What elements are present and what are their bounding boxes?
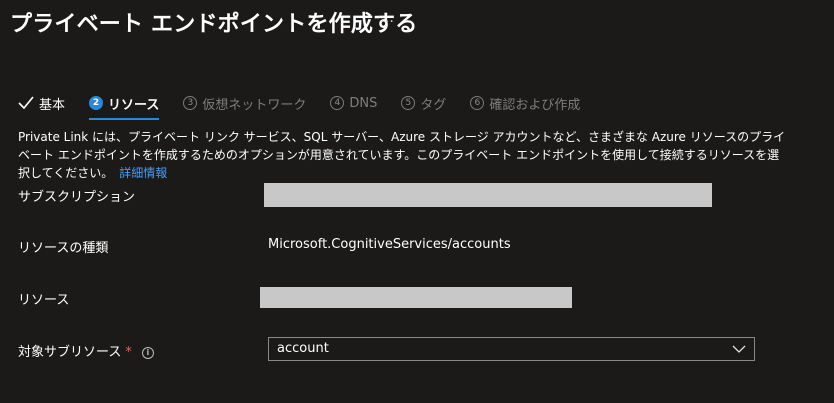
resource-type-label: リソースの種類: [18, 241, 109, 256]
tab-label: 基本: [39, 97, 66, 113]
subscription-value-redacted: [264, 183, 712, 207]
resource-label: リソース: [18, 293, 70, 308]
learn-more-link[interactable]: 詳細情報: [119, 166, 167, 180]
target-subresource-label: 対象サブリソース * i: [18, 341, 154, 360]
select-value: account: [277, 341, 329, 356]
check-icon: [18, 96, 34, 110]
wizard-tabs: 基本 2 リソース 3 仮想ネットワーク 4 DNS 5 タグ 6 確認および作…: [18, 90, 580, 120]
step-number-badge: 2: [89, 96, 104, 110]
tab-dns[interactable]: 4 DNS: [330, 90, 377, 116]
tab-review-create[interactable]: 6 確認および作成: [470, 90, 580, 116]
more-options-icon[interactable]: …: [380, 10, 394, 26]
required-indicator: *: [125, 345, 132, 360]
chevron-down-icon: [732, 345, 746, 353]
tab-basics[interactable]: 基本: [18, 90, 65, 116]
resource-value-redacted: [260, 287, 572, 308]
subscription-label: サブスクリプション: [18, 190, 136, 205]
tab-tags[interactable]: 5 タグ: [401, 90, 446, 116]
step-number-badge: 3: [183, 96, 198, 110]
tab-label: 仮想ネットワーク: [202, 97, 307, 113]
info-icon[interactable]: i: [141, 346, 154, 359]
tab-label: 確認および作成: [489, 97, 581, 113]
step-number-badge: 4: [330, 96, 345, 110]
tab-label: タグ: [420, 97, 447, 113]
description-text: Private Link には、プライベート リンク サービス、SQL サーバー…: [18, 128, 788, 182]
target-subresource-label-text: 対象サブリソース: [18, 345, 122, 360]
tab-resource[interactable]: 2 リソース: [89, 90, 160, 120]
tab-label: DNS: [349, 95, 378, 111]
target-subresource-select[interactable]: account: [268, 337, 755, 361]
resource-type-value: Microsoft.CognitiveServices/accounts: [268, 237, 511, 252]
step-number-badge: 6: [470, 96, 485, 110]
tab-label: リソース: [108, 97, 160, 113]
page-title: プライベート エンドポイントを作成する: [10, 12, 418, 37]
tab-virtual-network[interactable]: 3 仮想ネットワーク: [183, 90, 306, 116]
step-number-badge: 5: [401, 96, 416, 110]
